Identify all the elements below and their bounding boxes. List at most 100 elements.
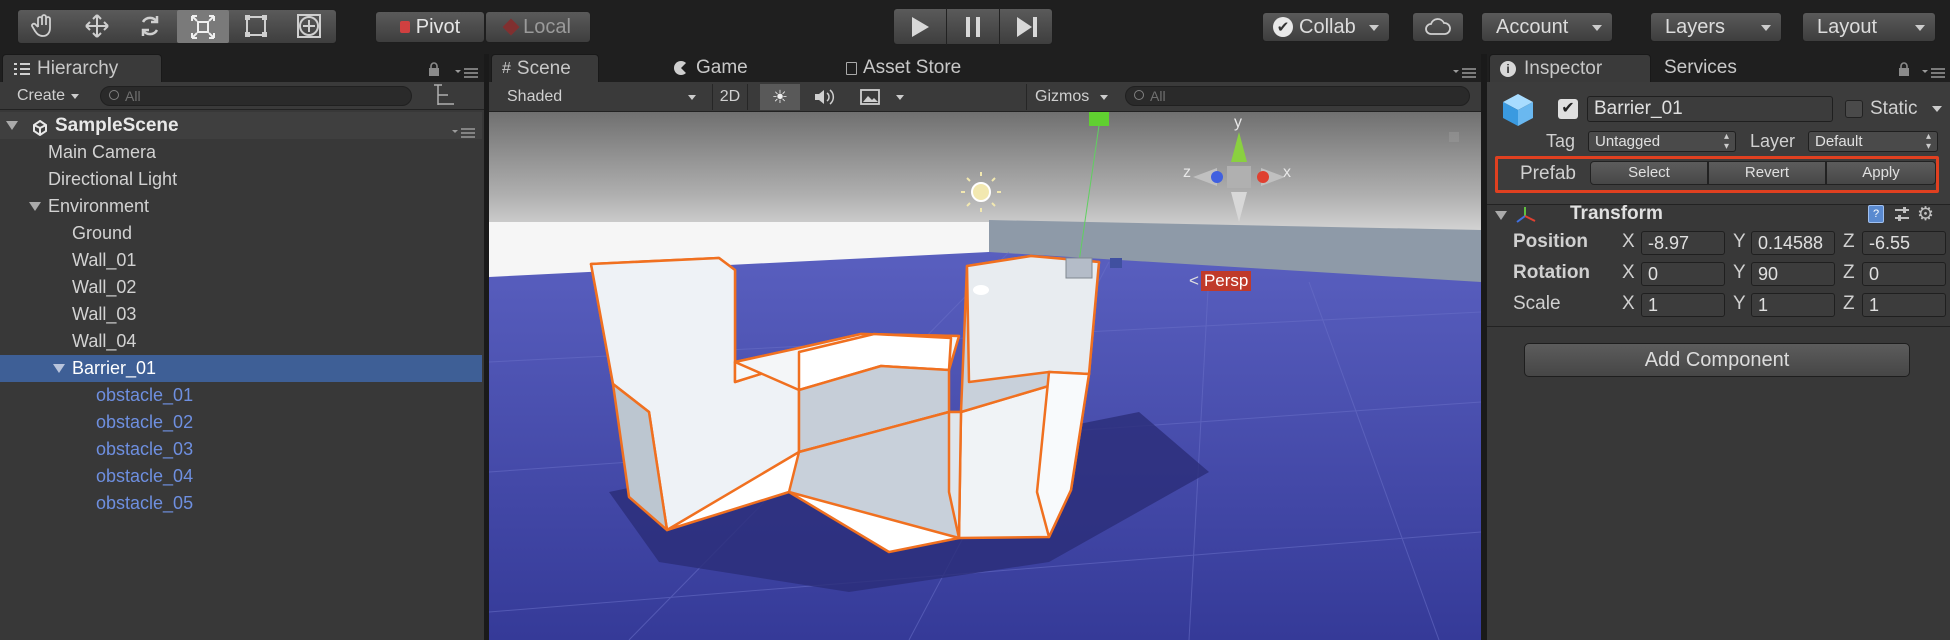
effects-dropdown[interactable] bbox=[852, 84, 908, 110]
inspector-tab-label: Inspector bbox=[1524, 57, 1603, 79]
shading-mode-dropdown[interactable]: Shaded bbox=[497, 84, 702, 110]
hierarchy-item-obstacle-04[interactable]: obstacle_04 bbox=[0, 463, 482, 490]
hierarchy-scene-row[interactable]: SampleScene bbox=[0, 112, 482, 139]
audio-toggle[interactable] bbox=[806, 84, 842, 110]
hand-tool-button[interactable] bbox=[18, 9, 70, 43]
center-handle[interactable] bbox=[1065, 257, 1093, 279]
orientation-gizmo[interactable]: y z x bbox=[1179, 112, 1299, 262]
layer-value: Default bbox=[1815, 133, 1863, 150]
add-component-button[interactable]: Add Component bbox=[1524, 343, 1910, 377]
step-button[interactable] bbox=[1000, 8, 1053, 45]
rotation-y-axis-label: Y bbox=[1733, 262, 1746, 283]
transform-header[interactable]: Transform ? ⚙ bbox=[1487, 203, 1950, 227]
scene-viewport[interactable]: y z x < Persp bbox=[489, 112, 1481, 640]
projection-toggle[interactable]: < Persp bbox=[1189, 270, 1252, 292]
active-checkbox[interactable]: ✔ bbox=[1558, 99, 1578, 119]
hierarchy-item-barrier-01[interactable]: Barrier_01 bbox=[0, 355, 482, 382]
position-y-field[interactable]: 0.14588 bbox=[1751, 231, 1835, 255]
lock-icon[interactable] bbox=[1898, 62, 1910, 76]
tab-asset-store[interactable]: Asset Store bbox=[836, 54, 986, 82]
lock-icon[interactable] bbox=[428, 62, 440, 76]
gizmos-dropdown[interactable]: Gizmos bbox=[1026, 84, 1112, 110]
rotate-tool-button[interactable] bbox=[124, 9, 176, 43]
scene-search-input[interactable]: All bbox=[1125, 86, 1470, 106]
scale-tool-button[interactable] bbox=[177, 10, 229, 43]
hierarchy-item-obstacle-03[interactable]: obstacle_03 bbox=[0, 436, 482, 463]
tag-dropdown[interactable]: Untagged ▴ ▾ bbox=[1588, 131, 1736, 152]
prefab-select-button[interactable]: Select bbox=[1590, 161, 1708, 185]
tab-services[interactable]: Services bbox=[1654, 54, 1774, 82]
hierarchy-options-icon[interactable] bbox=[432, 84, 470, 108]
tab-game[interactable]: Game bbox=[664, 54, 774, 82]
hierarchy-item-directional-light[interactable]: Directional Light bbox=[0, 166, 482, 193]
game-tab-label: Game bbox=[696, 57, 748, 78]
pause-button[interactable] bbox=[946, 8, 1000, 45]
scale-label: Scale bbox=[1513, 293, 1561, 314]
scale-z-field[interactable]: 1 bbox=[1862, 293, 1946, 317]
y-axis-handle[interactable] bbox=[1089, 112, 1109, 126]
gizmo-axis-z-label: z bbox=[1183, 164, 1191, 181]
hierarchy-item-obstacle-05[interactable]: obstacle_05 bbox=[0, 490, 482, 517]
position-z-field[interactable]: -6.55 bbox=[1862, 231, 1946, 255]
hierarchy-item-wall-04[interactable]: Wall_04 bbox=[0, 328, 482, 355]
rotation-z-field[interactable]: 0 bbox=[1862, 262, 1946, 286]
hierarchy-item-ground[interactable]: Ground bbox=[0, 220, 482, 247]
projection-label: Persp bbox=[1200, 271, 1252, 291]
layers-dropdown[interactable]: Layers bbox=[1650, 12, 1782, 42]
rotation-z-value: 0 bbox=[1869, 264, 1880, 284]
camera-gizmo[interactable] bbox=[973, 285, 989, 295]
layer-dropdown[interactable]: Default ▴ ▾ bbox=[1808, 131, 1938, 152]
hierarchy-item-wall-01[interactable]: Wall_01 bbox=[0, 247, 482, 274]
hierarchy-item-obstacle-01[interactable]: obstacle_01 bbox=[0, 382, 482, 409]
move-tool-button[interactable] bbox=[71, 9, 123, 43]
panel-menu-icon[interactable] bbox=[455, 66, 479, 78]
help-book-icon[interactable]: ? bbox=[1868, 205, 1884, 223]
panel-menu-icon[interactable] bbox=[1453, 66, 1477, 78]
prefab-apply-button[interactable]: Apply bbox=[1826, 161, 1936, 185]
cloud-button[interactable] bbox=[1412, 12, 1464, 42]
rotation-y-field[interactable]: 90 bbox=[1751, 262, 1835, 286]
prefab-revert-button[interactable]: Revert bbox=[1708, 161, 1826, 185]
create-dropdown[interactable]: Create bbox=[7, 84, 85, 108]
hierarchy-item-environment[interactable]: Environment bbox=[0, 193, 482, 220]
gear-icon[interactable]: ⚙ bbox=[1917, 203, 1934, 226]
mode-2d-toggle[interactable]: 2D bbox=[712, 84, 748, 110]
tab-scene[interactable]: # Scene bbox=[491, 54, 599, 82]
collab-dropdown[interactable]: ✔ Collab bbox=[1262, 12, 1390, 42]
tab-hierarchy[interactable]: Hierarchy bbox=[2, 54, 162, 82]
chevron-down-icon bbox=[1369, 25, 1379, 31]
z-axis-handle[interactable] bbox=[1110, 258, 1122, 268]
tag-value: Untagged bbox=[1595, 133, 1661, 150]
lighting-toggle[interactable]: ☀ bbox=[760, 84, 800, 110]
hierarchy-search-input[interactable]: All bbox=[100, 86, 412, 106]
static-checkbox[interactable] bbox=[1845, 100, 1863, 118]
tab-inspector[interactable]: i Inspector bbox=[1489, 54, 1651, 82]
chevron-down-icon[interactable] bbox=[1932, 106, 1942, 112]
position-x-field[interactable]: -8.97 bbox=[1641, 231, 1725, 255]
object-name-field[interactable]: Barrier_01 bbox=[1587, 96, 1833, 122]
hierarchy-item-wall-02[interactable]: Wall_02 bbox=[0, 274, 482, 301]
scale-x-field[interactable]: 1 bbox=[1641, 293, 1725, 317]
expand-triangle-icon[interactable] bbox=[29, 202, 41, 211]
hierarchy-item-main-camera[interactable]: Main Camera bbox=[0, 139, 482, 166]
hierarchy-item-obstacle-02[interactable]: obstacle_02 bbox=[0, 409, 482, 436]
preset-sliders-icon[interactable] bbox=[1893, 205, 1911, 223]
rect-tool-button[interactable] bbox=[230, 9, 282, 43]
account-dropdown[interactable]: Account bbox=[1481, 12, 1613, 42]
transform-tool-button[interactable] bbox=[283, 9, 335, 43]
local-toggle-button[interactable]: Local bbox=[485, 11, 591, 43]
play-button[interactable] bbox=[893, 8, 946, 45]
expand-triangle-icon[interactable] bbox=[53, 364, 65, 373]
scene-menu-icon[interactable] bbox=[452, 120, 476, 138]
position-z-value: -6.55 bbox=[1869, 233, 1911, 253]
panel-menu-icon[interactable] bbox=[1922, 66, 1946, 78]
pivot-toggle-button[interactable]: Pivot bbox=[375, 11, 485, 43]
layout-dropdown[interactable]: Layout bbox=[1802, 12, 1936, 42]
scale-y-field[interactable]: 1 bbox=[1751, 293, 1835, 317]
viewport-lock-icon[interactable] bbox=[1449, 132, 1459, 142]
rotation-x-field[interactable]: 0 bbox=[1641, 262, 1725, 286]
list-item-label: Ground bbox=[72, 223, 133, 243]
hierarchy-item-wall-03[interactable]: Wall_03 bbox=[0, 301, 482, 328]
expand-triangle-icon[interactable] bbox=[1495, 211, 1507, 220]
updown-icon: ▴ ▾ bbox=[1925, 131, 1931, 152]
